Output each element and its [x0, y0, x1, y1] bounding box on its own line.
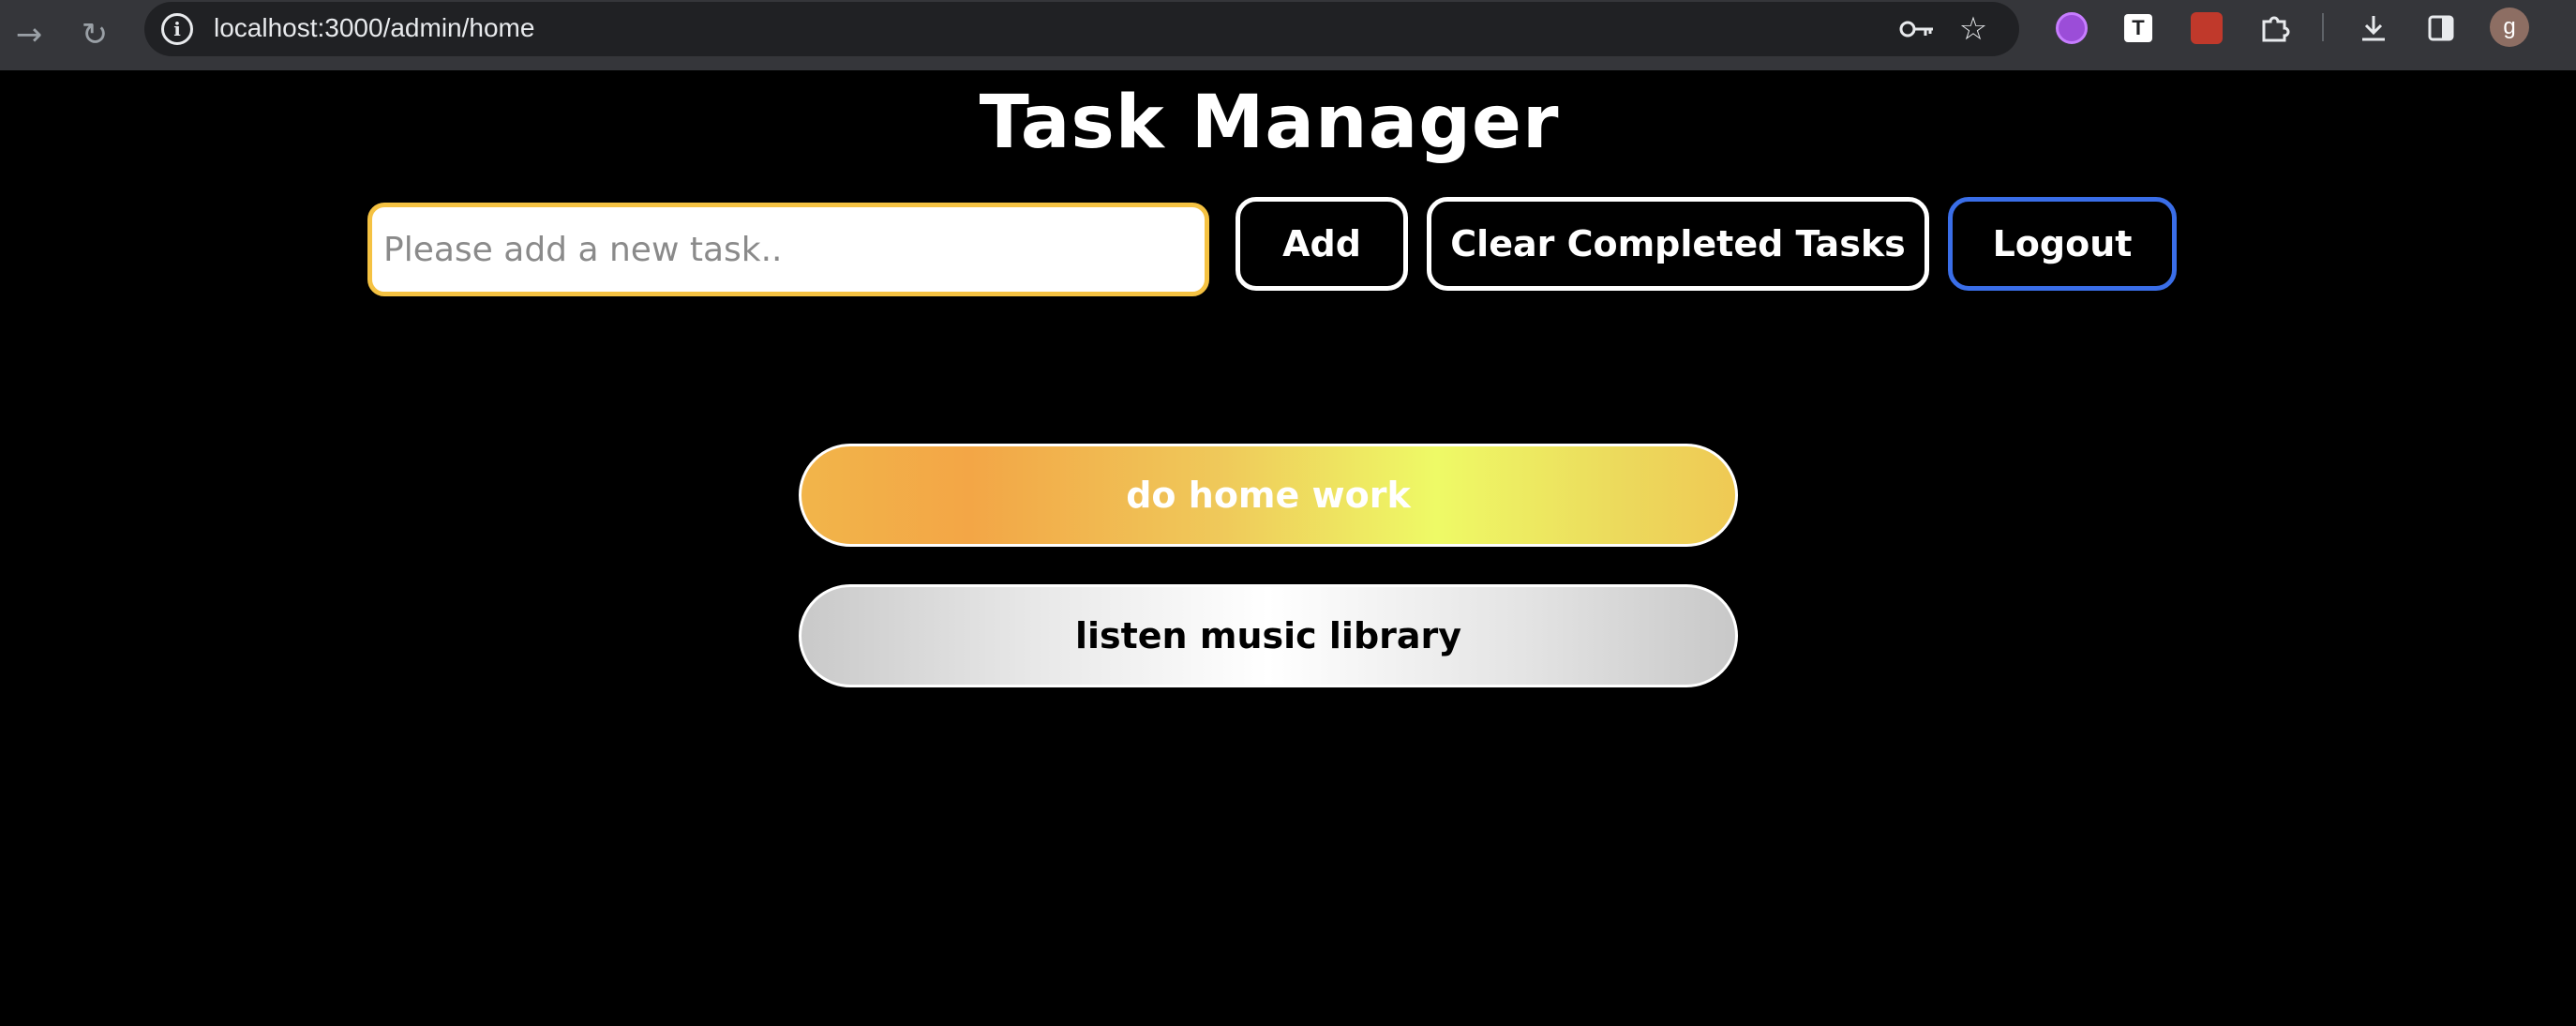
logout-button[interactable]: Logout: [1948, 197, 2177, 291]
side-panel-icon[interactable]: [2420, 8, 2462, 49]
arrow-right-icon: →: [15, 16, 43, 53]
toolbar-separator: [2322, 13, 2324, 41]
browser-toolbar: → ↻ i localhost:3000/admin/home ☆ T g: [0, 0, 2576, 70]
forward-button[interactable]: →: [4, 9, 54, 60]
puzzle-icon[interactable]: [2254, 8, 2296, 49]
download-icon[interactable]: [2353, 8, 2394, 49]
profile-avatar[interactable]: g: [2490, 8, 2529, 47]
task-item-completed[interactable]: do home work: [799, 444, 1738, 547]
star-icon[interactable]: ☆: [1954, 9, 1993, 49]
add-button[interactable]: Add: [1236, 197, 1408, 291]
reload-button[interactable]: ↻: [69, 9, 120, 60]
address-bar[interactable]: i localhost:3000/admin/home ☆: [144, 2, 2019, 56]
task-item-pending[interactable]: listen music library: [799, 584, 1738, 687]
new-task-input[interactable]: [367, 203, 1209, 296]
key-icon[interactable]: [1897, 9, 1937, 49]
clear-completed-button[interactable]: Clear Completed Tasks: [1427, 197, 1929, 291]
site-info-icon[interactable]: i: [161, 13, 193, 45]
extension-purple-icon[interactable]: [2051, 8, 2092, 49]
extension-t-icon[interactable]: T: [2118, 8, 2159, 49]
page-title: Task Manager: [979, 81, 1560, 165]
reload-icon: ↻: [81, 16, 109, 53]
url-text[interactable]: localhost:3000/admin/home: [214, 13, 534, 43]
extension-red-icon[interactable]: [2186, 8, 2227, 49]
